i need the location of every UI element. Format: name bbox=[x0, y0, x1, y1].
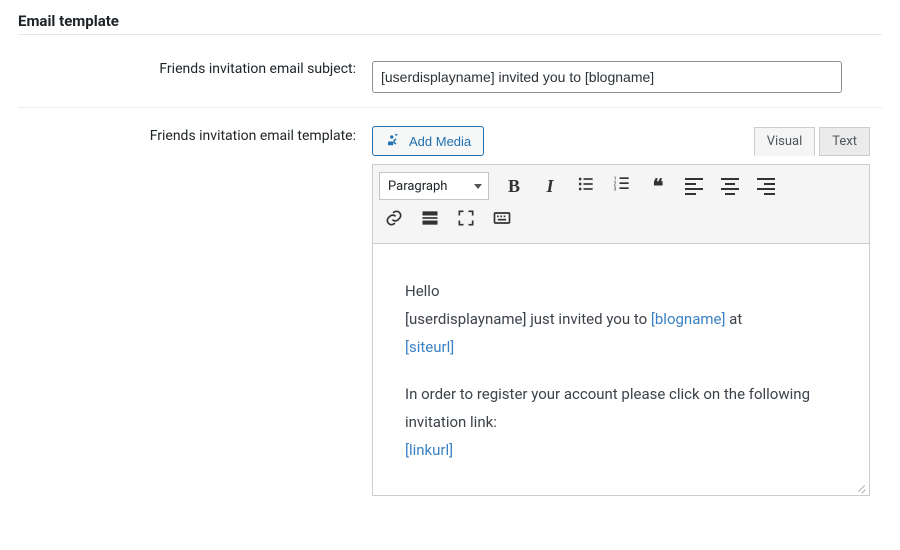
align-left-icon bbox=[685, 178, 703, 195]
add-media-button[interactable]: Add Media bbox=[372, 126, 484, 156]
body-greeting: Hello bbox=[405, 282, 440, 300]
placeholder-linkurl[interactable]: [linkurl] bbox=[405, 441, 453, 459]
media-icon bbox=[385, 131, 403, 152]
svg-text:3: 3 bbox=[614, 187, 617, 193]
format-select[interactable]: Paragraph bbox=[379, 172, 489, 200]
read-more-button[interactable] bbox=[415, 205, 445, 235]
section-heading: Email template bbox=[18, 12, 882, 35]
list-ul-icon bbox=[576, 174, 596, 198]
editor-content[interactable]: Hello [userdisplayname] just invited you… bbox=[372, 244, 870, 496]
label-email-subject: Friends invitation email subject: bbox=[18, 47, 366, 108]
placeholder-siteurl[interactable]: [siteurl] bbox=[405, 338, 454, 356]
chevron-down-icon bbox=[474, 184, 482, 189]
resize-handle[interactable] bbox=[854, 480, 867, 493]
align-right-icon bbox=[757, 178, 775, 195]
blockquote-button[interactable]: ❝ bbox=[643, 171, 673, 201]
list-ol-icon: 123 bbox=[612, 174, 632, 198]
italic-button[interactable]: I bbox=[535, 171, 565, 201]
align-center-button[interactable] bbox=[715, 171, 745, 201]
fullscreen-icon bbox=[456, 208, 476, 232]
body-line1-post: at bbox=[725, 310, 742, 328]
bulleted-list-button[interactable] bbox=[571, 171, 601, 201]
link-icon bbox=[384, 208, 404, 232]
placeholder-blogname[interactable]: [blogname] bbox=[651, 310, 726, 328]
editor-toolbar: Paragraph B I bbox=[372, 164, 870, 244]
read-more-icon bbox=[420, 208, 440, 232]
keyboard-icon bbox=[492, 208, 512, 232]
align-right-button[interactable] bbox=[751, 171, 781, 201]
tab-visual[interactable]: Visual bbox=[754, 127, 816, 156]
format-select-value: Paragraph bbox=[388, 179, 447, 194]
tab-text[interactable]: Text bbox=[819, 127, 870, 156]
align-center-icon bbox=[721, 178, 739, 195]
quote-icon: ❝ bbox=[653, 174, 664, 198]
email-subject-input[interactable] bbox=[372, 61, 842, 93]
add-media-label: Add Media bbox=[409, 134, 471, 149]
toolbar-toggle-button[interactable] bbox=[487, 205, 517, 235]
bold-button[interactable]: B bbox=[499, 171, 529, 201]
numbered-list-button[interactable]: 123 bbox=[607, 171, 637, 201]
fullscreen-button[interactable] bbox=[451, 205, 481, 235]
label-email-template: Friends invitation email template: bbox=[18, 108, 366, 516]
body-para2: In order to register your account please… bbox=[405, 385, 810, 431]
body-line1-pre: [userdisplayname] just invited you to bbox=[405, 310, 651, 328]
align-left-button[interactable] bbox=[679, 171, 709, 201]
link-button[interactable] bbox=[379, 205, 409, 235]
